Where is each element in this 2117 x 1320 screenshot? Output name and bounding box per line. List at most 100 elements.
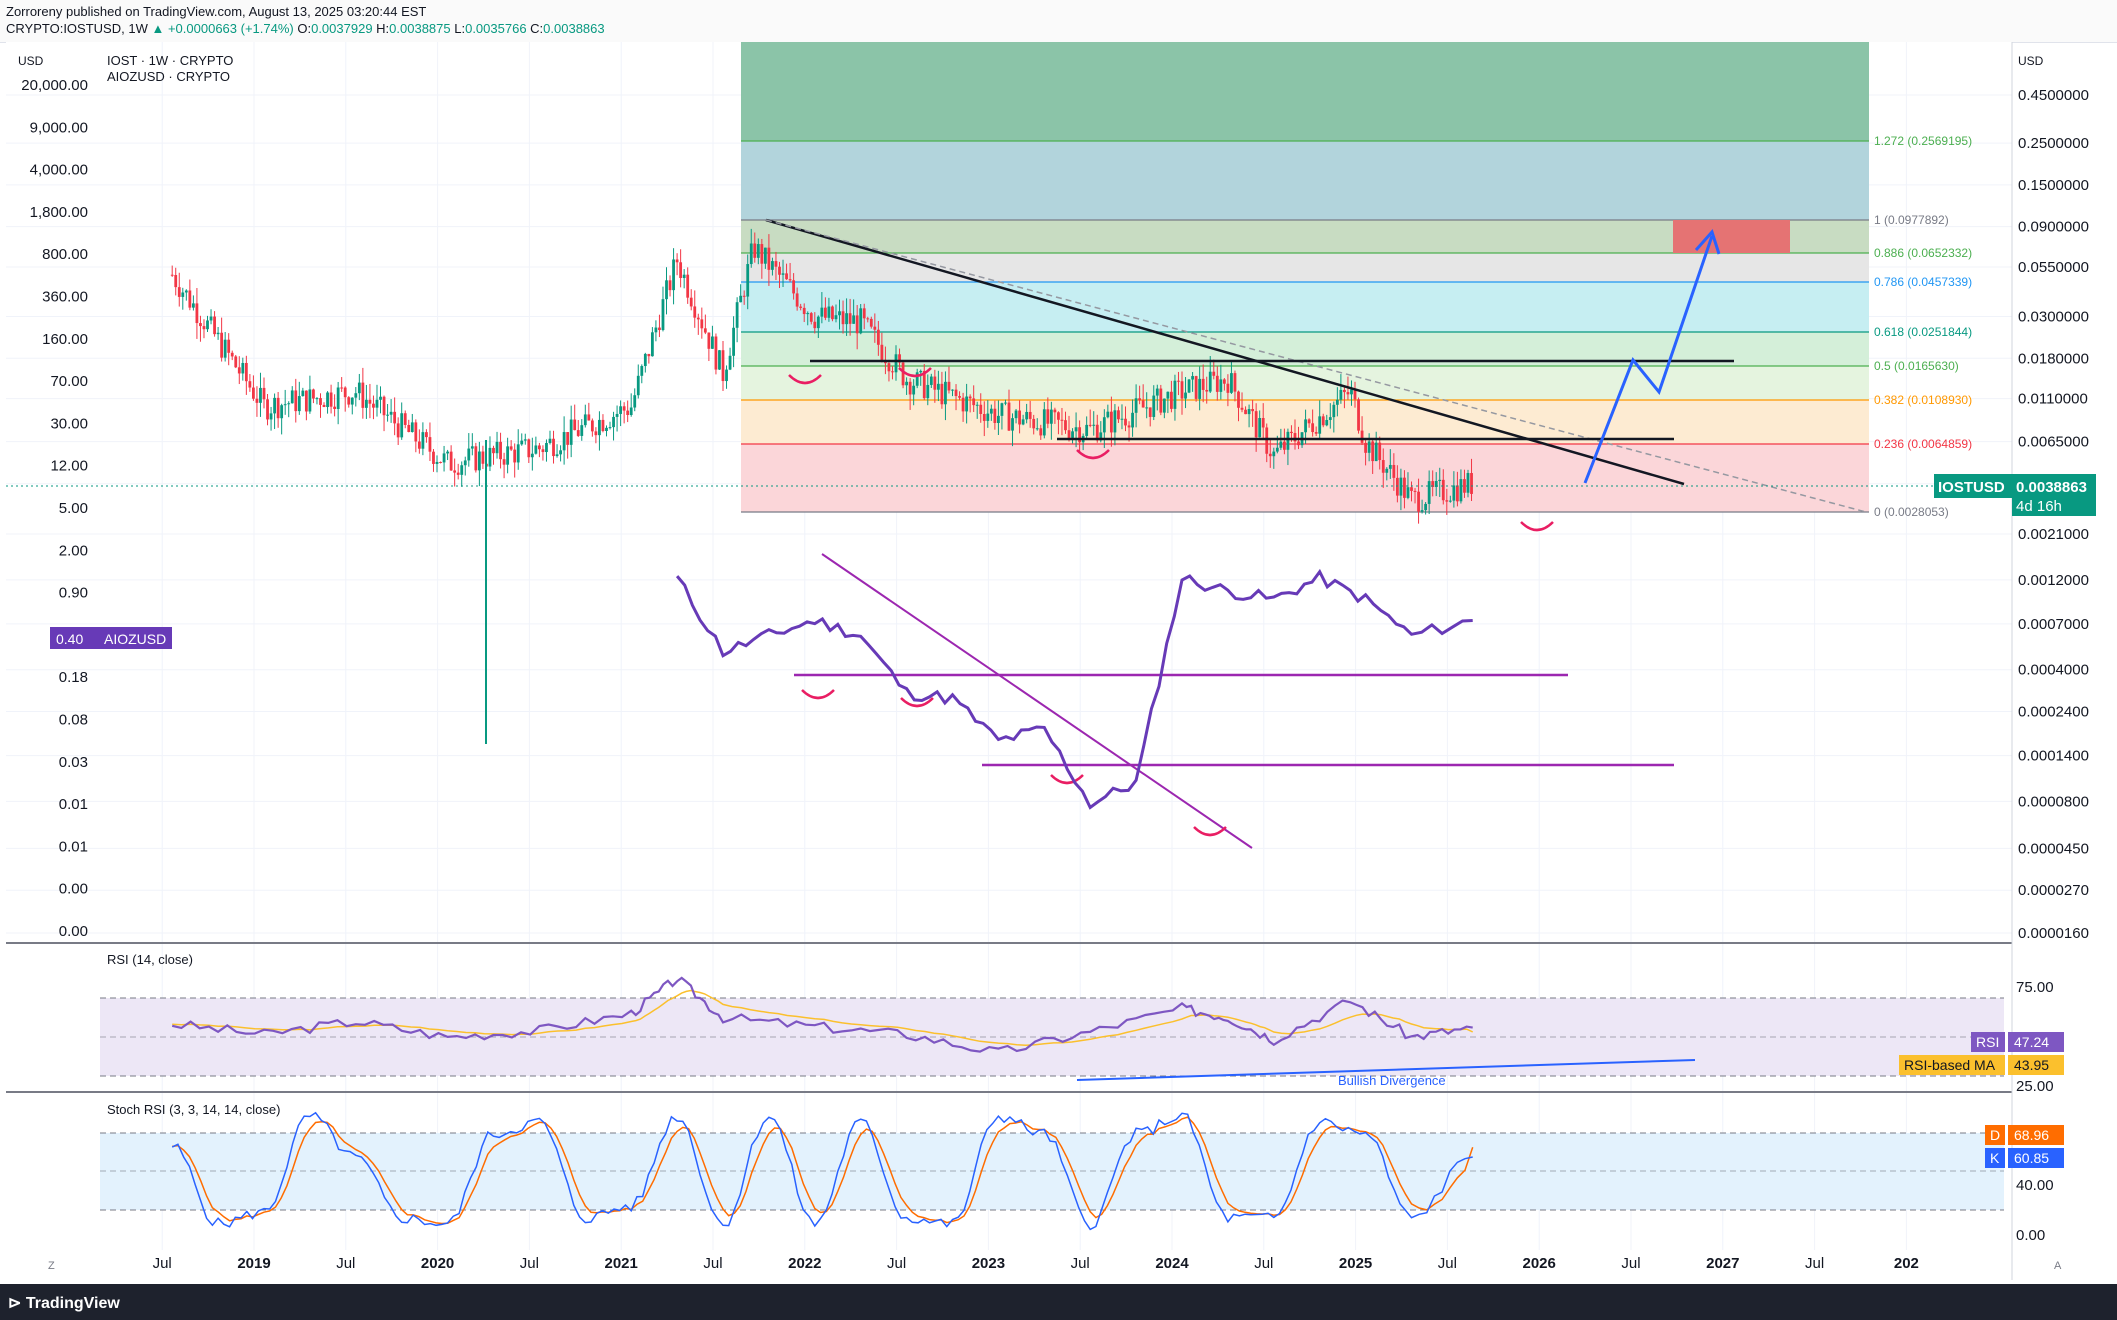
right-axis-tick: 0.0021000 <box>2018 526 2089 543</box>
candle-body <box>1328 417 1332 420</box>
candle-body <box>1205 389 1209 392</box>
candle-body <box>389 411 393 415</box>
candle-body <box>661 299 665 331</box>
time-axis-tick: 202 <box>1894 1255 1919 1272</box>
candle-body <box>449 451 453 471</box>
candle-body <box>460 465 464 475</box>
candle-body <box>1466 473 1470 493</box>
candle-body <box>477 451 481 471</box>
candle-body <box>1406 487 1410 498</box>
candle-body <box>1364 442 1367 453</box>
candle-body <box>269 413 273 420</box>
candle-body <box>1226 383 1230 393</box>
candle-body <box>1367 441 1371 453</box>
candle-body <box>778 266 781 275</box>
candle-body <box>336 387 340 409</box>
aioz-badge[interactable]: 0.40 AIOZUSD <box>50 627 172 649</box>
candle-body <box>312 389 315 399</box>
fib-retracement[interactable]: 1.272 (0.2569195) 1 (0.0977892) 0.886 (0.0… <box>741 42 1972 519</box>
candle-body <box>993 408 997 423</box>
candle-body <box>619 406 623 414</box>
candle-body <box>1399 477 1403 496</box>
candle-body <box>859 308 863 334</box>
time-axis-tick: Jul <box>1805 1255 1824 1272</box>
candle-body <box>428 437 432 452</box>
candle-body <box>1357 399 1360 431</box>
candle-body <box>280 405 284 419</box>
candle-body <box>1417 491 1420 512</box>
candle-body <box>654 327 658 333</box>
left-axis-tick: 2.00 <box>59 542 88 559</box>
candle-body <box>1057 412 1060 420</box>
log-scale-icon[interactable]: Z <box>48 1260 55 1272</box>
candle-body <box>1028 411 1032 419</box>
tradingview-logo[interactable]: ⊳ TradingView <box>8 1293 120 1313</box>
target-box[interactable] <box>1673 220 1790 253</box>
candle-body <box>1159 388 1163 413</box>
candle-body <box>1170 391 1173 409</box>
candle-body <box>696 317 700 320</box>
candle-body <box>555 454 559 457</box>
change-indicator-icon: ▲ <box>151 21 165 36</box>
right-axis-tick: 0.2500000 <box>2018 135 2089 152</box>
candle-body <box>1452 485 1456 501</box>
chart-canvas[interactable]: 1.272 (0.2569195) 1 (0.0977892) 0.886 (0.0… <box>0 42 2117 1284</box>
candle-body <box>1420 510 1424 512</box>
candle-body <box>513 449 517 463</box>
candle-body <box>191 303 195 308</box>
candle-body <box>583 414 587 426</box>
fib-level-label: 0.886 (0.0652332) <box>1874 246 1972 260</box>
candle-body <box>905 381 908 386</box>
candle-body <box>400 413 404 438</box>
candle-body <box>530 453 534 458</box>
candle-body <box>1007 402 1011 431</box>
right-axis-tick: 0.4500000 <box>2018 87 2089 104</box>
stoch-legend[interactable]: Stoch RSI (3, 3, 14, 14, close) <box>107 1102 280 1117</box>
candle-body <box>541 449 545 453</box>
right-axis-tick: 0.0300000 <box>2018 309 2089 326</box>
candle-body <box>446 451 449 454</box>
candle-body <box>954 389 958 397</box>
candle-body <box>728 355 732 370</box>
auto-scale-icon[interactable]: A <box>2054 1260 2062 1272</box>
candle-body <box>1258 418 1262 438</box>
candle-body <box>700 319 704 329</box>
candle-body <box>880 344 884 360</box>
time-axis-tick: 2020 <box>421 1255 454 1272</box>
high-value: 0.0038875 <box>389 21 451 36</box>
candle-body <box>1085 424 1089 436</box>
left-axis-tick: 5.00 <box>59 500 88 517</box>
candle-body <box>1088 424 1092 426</box>
right-axis-tick: 0.0065000 <box>2018 434 2089 451</box>
candle-body <box>1346 392 1350 395</box>
tradingview-logo-icon: ⊳ <box>8 1295 22 1312</box>
main-legend-subtitle[interactable]: AIOZUSD · CRYPTO <box>107 69 230 84</box>
symbol-name: CRYPTO:IOSTUSD <box>6 21 122 36</box>
candle-body <box>1385 468 1389 473</box>
candle-body <box>1424 503 1428 511</box>
candle-body <box>1353 389 1357 400</box>
left-axis-tick: 0.03 <box>59 754 88 771</box>
candle-body <box>1244 409 1247 415</box>
right-axis-tick: 0.0180000 <box>2018 350 2089 367</box>
candle-body <box>876 329 880 345</box>
main-legend-title[interactable]: IOST · 1W · CRYPTO <box>107 53 233 68</box>
candle-body <box>1004 402 1007 404</box>
candle-body <box>612 416 615 428</box>
candle-body <box>626 410 630 415</box>
candle-body <box>439 461 442 463</box>
candle-body <box>230 352 234 357</box>
candle-body <box>297 396 301 412</box>
candle-body <box>425 432 428 438</box>
right-axis-tick: 0.0012000 <box>2018 572 2089 589</box>
candle-body <box>499 441 502 460</box>
candle-body <box>1035 428 1039 430</box>
candle-body <box>845 313 848 325</box>
candle-body <box>866 318 870 320</box>
candle-body <box>1092 424 1096 426</box>
candle-body <box>919 370 923 373</box>
candle-body <box>951 389 954 391</box>
rsi-axis-upper: 75.00 <box>2016 979 2054 996</box>
candle-body <box>792 280 796 294</box>
rsi-legend[interactable]: RSI (14, close) <box>107 952 193 967</box>
